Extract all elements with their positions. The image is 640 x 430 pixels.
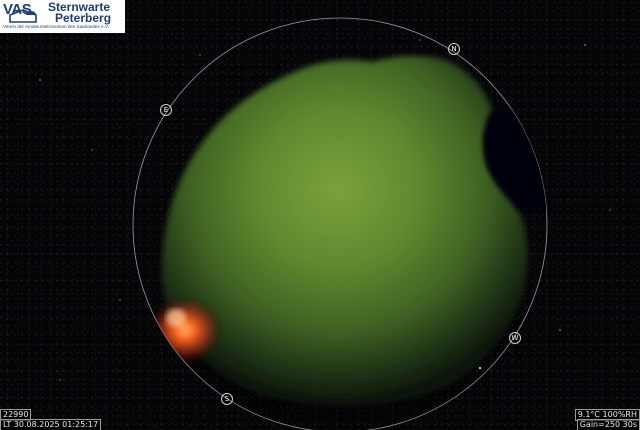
logo-subtitle: Verein der Amateurastronomen des Saarlan… bbox=[3, 24, 109, 29]
compass-south: S bbox=[221, 393, 233, 405]
compass-east: E bbox=[160, 104, 172, 116]
sky-glow bbox=[162, 55, 528, 407]
compass-north: N bbox=[448, 43, 460, 55]
camera-settings: Gain=250 30s bbox=[576, 419, 640, 430]
allsky-camera-view: VAS Sternwarte Peterberg Verein der Amat… bbox=[0, 0, 640, 430]
compass-west: W bbox=[509, 332, 521, 344]
logo-name-line2: Peterberg bbox=[55, 11, 112, 25]
sky-image bbox=[39, 17, 611, 430]
local-timestamp: LT 30.08.2025 01:25:17 bbox=[0, 419, 102, 430]
observatory-logo: VAS Sternwarte Peterberg Verein der Amat… bbox=[0, 0, 125, 33]
horizon-light-glow bbox=[147, 296, 223, 364]
observatory-house-icon bbox=[9, 9, 37, 23]
